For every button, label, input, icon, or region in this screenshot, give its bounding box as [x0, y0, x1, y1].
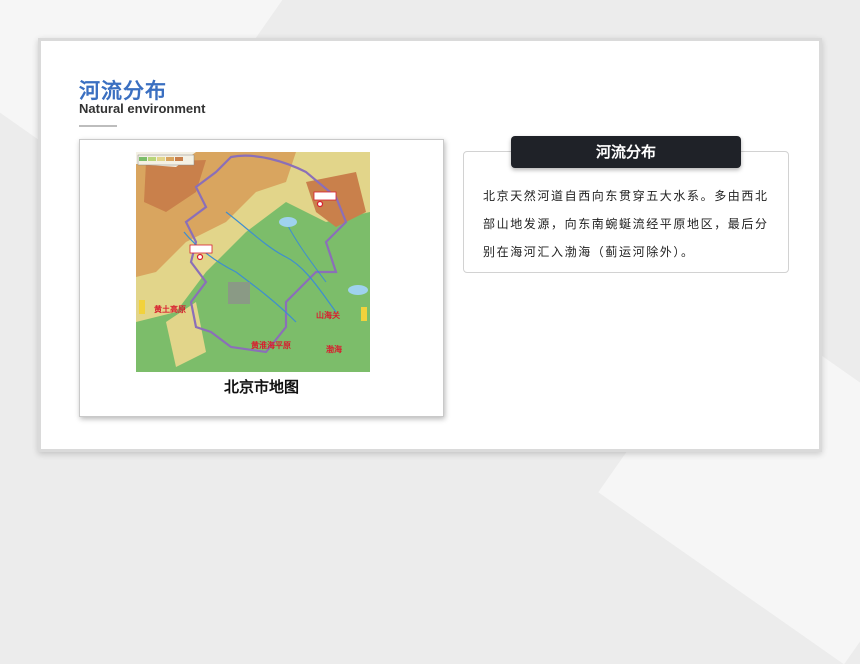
- slide-card: 河流分布 Natural environment 黄土高原 黄淮海平原 山海关 …: [38, 38, 822, 452]
- info-panel-header: 河流分布: [511, 136, 741, 168]
- info-panel-text: 北京天然河道自西向东贯穿五大水系。多由西北部山地发源，向东南蜿蜒流经平原地区，最…: [483, 189, 769, 259]
- legend-swatch: [166, 157, 174, 161]
- city-marker-icon: [196, 253, 204, 261]
- map-sea: [348, 285, 368, 295]
- map-arrow-marker: [361, 307, 367, 321]
- map-label-huanghuai-plain: 黄淮海平原: [251, 340, 291, 350]
- map-label-bohai-sea: 渤海: [326, 344, 342, 354]
- map-caption: 北京市地图: [223, 378, 299, 396]
- city-marker-icon: [316, 200, 324, 208]
- legend-swatch: [139, 157, 147, 161]
- title-divider: [79, 125, 117, 127]
- map-reservoir: [279, 217, 297, 227]
- legend-swatch: [175, 157, 183, 161]
- city-center: [228, 282, 250, 304]
- map-card: 黄土高原 黄淮海平原 山海关 渤海 北京市地图: [79, 139, 444, 417]
- city-label-box: [189, 244, 213, 254]
- legend-swatch: [148, 157, 156, 161]
- city-label-box: [313, 191, 337, 201]
- slide-subtitle: Natural environment: [79, 101, 206, 116]
- beijing-map-image: 黄土高原 黄淮海平原 山海关 渤海: [136, 152, 370, 372]
- map-label-loess-plateau: 黄土高原: [154, 304, 186, 314]
- map-arrow-marker: [139, 300, 145, 314]
- map-label-shanhai-pass: 山海关: [316, 310, 340, 320]
- legend-swatch: [157, 157, 165, 161]
